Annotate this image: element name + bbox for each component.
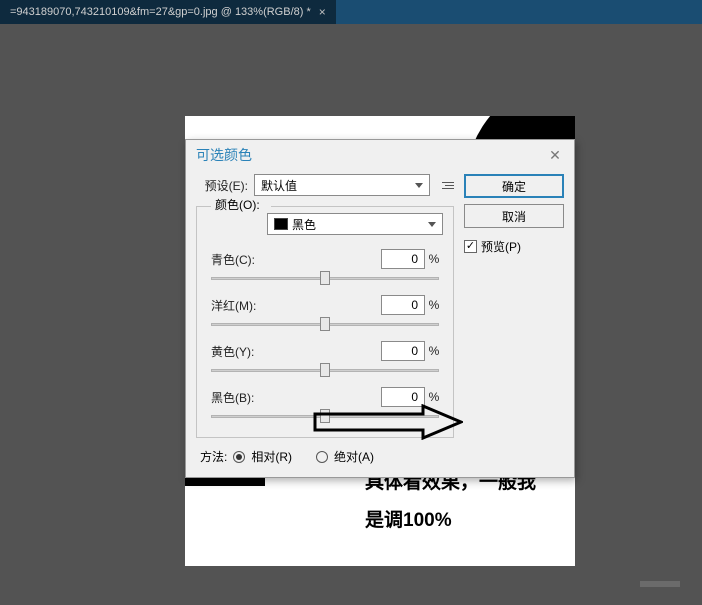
cancel-button[interactable]: 取消: [464, 204, 564, 228]
annotation-arrow-icon: [313, 404, 463, 440]
cyan-input[interactable]: [381, 249, 425, 269]
preset-menu-icon[interactable]: [436, 176, 454, 194]
method-label: 方法:: [200, 448, 227, 465]
radio-absolute[interactable]: [316, 451, 328, 463]
preset-select[interactable]: 默认值: [254, 174, 430, 196]
preview-checkbox[interactable]: ✓: [464, 240, 477, 253]
chevron-down-icon: [428, 222, 436, 227]
color-label: 颜色(O):: [215, 196, 260, 213]
document-tab[interactable]: =943189070,743210109&fm=27&gp=0.jpg @ 13…: [0, 0, 336, 24]
radio-relative-label[interactable]: 相对(R): [251, 448, 292, 465]
close-tab-icon[interactable]: ×: [319, 0, 326, 24]
close-icon[interactable]: ✕: [544, 144, 566, 166]
tab-bar: =943189070,743210109&fm=27&gp=0.jpg @ 13…: [0, 0, 702, 24]
magenta-label: 洋红(M):: [211, 297, 269, 314]
cyan-unit: %: [425, 252, 443, 266]
selective-color-dialog: 可选颜色 ✕ 预设(E): 默认值 颜色(O):: [185, 139, 575, 478]
preset-label: 预设(E):: [196, 177, 248, 194]
color-value: 黑色: [292, 216, 316, 233]
yellow-slider[interactable]: [211, 365, 439, 375]
color-swatch-icon: [274, 218, 288, 230]
magenta-unit: %: [425, 298, 443, 312]
magenta-input[interactable]: [381, 295, 425, 315]
radio-relative[interactable]: [233, 451, 245, 463]
radio-absolute-label[interactable]: 绝对(A): [334, 448, 374, 465]
tab-title: =943189070,743210109&fm=27&gp=0.jpg @ 13…: [10, 0, 311, 24]
color-select[interactable]: 黑色: [267, 213, 443, 235]
dialog-titlebar[interactable]: 可选颜色 ✕: [186, 140, 574, 170]
preview-label[interactable]: 预览(P): [481, 238, 521, 255]
cyan-slider[interactable]: [211, 273, 439, 283]
cyan-label: 青色(C):: [211, 251, 269, 268]
ok-button[interactable]: 确定: [464, 174, 564, 198]
black-unit: %: [425, 390, 443, 404]
dialog-title: 可选颜色: [196, 145, 252, 165]
yellow-input[interactable]: [381, 341, 425, 361]
resize-handle[interactable]: [640, 581, 680, 587]
magenta-slider[interactable]: [211, 319, 439, 329]
yellow-label: 黄色(Y):: [211, 343, 269, 360]
black-label: 黑色(B):: [211, 389, 269, 406]
chevron-down-icon: [415, 183, 423, 188]
preset-value: 默认值: [261, 177, 297, 194]
yellow-unit: %: [425, 344, 443, 358]
